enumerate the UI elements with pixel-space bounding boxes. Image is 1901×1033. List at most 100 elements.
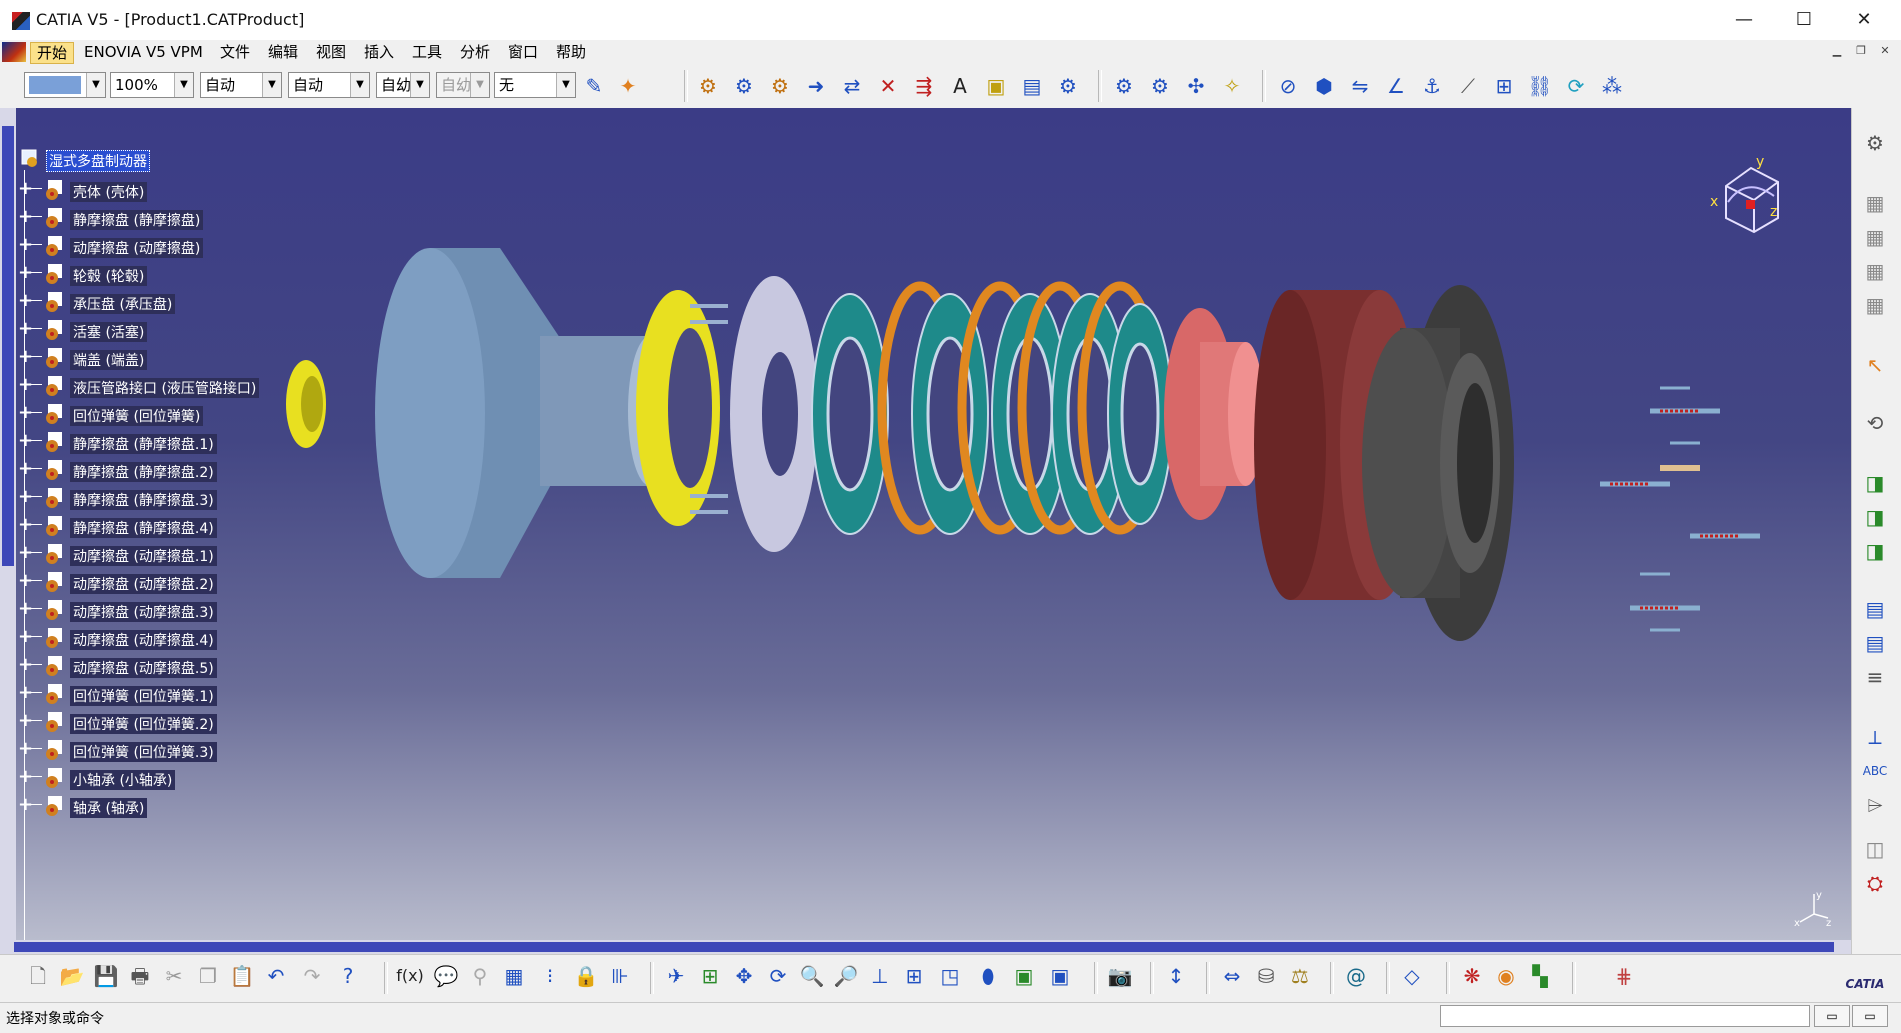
new-component-icon[interactable]: ⚙ bbox=[694, 72, 722, 100]
select-arrow-icon[interactable]: ↖ bbox=[1859, 350, 1891, 380]
workbench-icon[interactable]: ⚙ bbox=[1859, 128, 1891, 158]
swap-visible-space-icon[interactable]: ▣ bbox=[1046, 962, 1074, 990]
change-constraint-icon[interactable]: ⟳ bbox=[1562, 72, 1590, 100]
lock-icon[interactable]: 🔒 bbox=[572, 962, 600, 990]
annotation-plane-icon[interactable]: ⟂ bbox=[1859, 722, 1891, 752]
space-analysis-icon[interactable]: ▦ bbox=[1859, 188, 1891, 218]
layer-combo[interactable]: 无 ▼ bbox=[494, 72, 576, 98]
menu-view[interactable]: 视图 bbox=[310, 42, 352, 62]
reuse-pattern-icon[interactable]: ⁂ bbox=[1598, 72, 1626, 100]
text-annotation-icon[interactable]: ABC bbox=[1859, 756, 1891, 786]
shading-icon[interactable]: ⬮ bbox=[974, 962, 1002, 990]
redo-icon[interactable]: ↷ bbox=[298, 962, 326, 990]
thickness-combo[interactable]: 自动 ▼ bbox=[288, 72, 370, 98]
render-icon[interactable]: ❋ bbox=[1458, 962, 1486, 990]
law-icon[interactable]: ⁝ bbox=[536, 962, 564, 990]
zoom-out-icon[interactable]: 🔎 bbox=[832, 962, 860, 990]
graph-tree-reorder-icon[interactable]: ✕ bbox=[874, 72, 902, 100]
replace-component-icon[interactable]: ⇄ bbox=[838, 72, 866, 100]
chevron-down-icon[interactable]: ▼ bbox=[410, 73, 429, 97]
pan-icon[interactable]: ✥ bbox=[730, 962, 758, 990]
close-button[interactable]: ✕ bbox=[1834, 0, 1894, 40]
stop-manipulate-on-clash-icon[interactable]: ✧ bbox=[1218, 72, 1246, 100]
scene-icon[interactable]: ◨ bbox=[1859, 468, 1891, 498]
paste-icon[interactable]: 📋 bbox=[228, 962, 256, 990]
distance-icon[interactable]: ▦ bbox=[1859, 290, 1891, 320]
menu-file[interactable]: 文件 bbox=[214, 42, 256, 62]
bill-of-material-icon[interactable]: ▤ bbox=[1859, 594, 1891, 624]
apply-material-icon[interactable]: ▚ bbox=[1526, 962, 1554, 990]
menu-logo-icon[interactable] bbox=[2, 42, 26, 62]
chevron-down-icon[interactable]: ▼ bbox=[556, 73, 575, 97]
chevron-down-icon[interactable]: ▼ bbox=[350, 73, 369, 97]
color-combo[interactable]: ▼ bbox=[24, 72, 106, 98]
zoom-combo[interactable]: 100% ▼ bbox=[110, 72, 194, 98]
menu-help[interactable]: 帮助 bbox=[550, 42, 592, 62]
new-part-icon[interactable]: ⚙ bbox=[766, 72, 794, 100]
menu-enovia[interactable]: ENOVIA V5 VPM bbox=[78, 42, 209, 62]
material-icon[interactable]: ◉ bbox=[1492, 962, 1520, 990]
cut-icon[interactable]: ✂ bbox=[160, 962, 188, 990]
fix-component-icon[interactable]: ⚓ bbox=[1418, 72, 1446, 100]
multi-view-icon[interactable]: ⊞ bbox=[900, 962, 928, 990]
product-tree-icon[interactable]: ▤ bbox=[1859, 628, 1891, 658]
generate-numbering-icon[interactable]: ⇶ bbox=[910, 72, 938, 100]
menu-tools[interactable]: 工具 bbox=[406, 42, 448, 62]
measure-inertia-icon[interactable]: ⛁ bbox=[1252, 962, 1280, 990]
zoom-in-icon[interactable]: 🔍 bbox=[798, 962, 826, 990]
snap-icon[interactable]: ⚙ bbox=[1146, 72, 1174, 100]
fit-all-icon[interactable]: ⊞ bbox=[696, 962, 724, 990]
menu-start[interactable]: 开始 bbox=[30, 42, 75, 64]
explode-icon[interactable]: ✣ bbox=[1182, 72, 1210, 100]
status-options-button[interactable]: ▭ bbox=[1852, 1005, 1888, 1027]
angle-constraint-icon[interactable]: ∠ bbox=[1382, 72, 1410, 100]
power-input-button[interactable]: ▭ bbox=[1814, 1005, 1850, 1027]
selective-load-icon[interactable]: A bbox=[946, 72, 974, 100]
save-icon[interactable]: 💾 bbox=[92, 962, 120, 990]
weld-icon[interactable]: ⛭ bbox=[1859, 868, 1891, 898]
contact-constraint-icon[interactable]: ⬢ bbox=[1310, 72, 1338, 100]
publication-icon[interactable]: ◨ bbox=[1859, 502, 1891, 532]
print-icon[interactable]: 🖶 bbox=[126, 962, 154, 990]
knowledge-inspector-icon[interactable]: ⊪ bbox=[606, 962, 634, 990]
weight-icon[interactable]: ⚖ bbox=[1286, 962, 1314, 990]
view-3d-icon[interactable]: ◫ bbox=[1859, 834, 1891, 864]
manage-representations-icon[interactable]: ▣ bbox=[982, 72, 1010, 100]
friction-disk-stack[interactable] bbox=[811, 281, 1173, 535]
vertical-scroll-thumb[interactable] bbox=[2, 126, 14, 566]
offset-constraint-icon[interactable]: ⇋ bbox=[1346, 72, 1374, 100]
existing-component-icon[interactable]: ➜ bbox=[802, 72, 830, 100]
flexible-sub-assembly-icon[interactable]: ⛓ bbox=[1526, 72, 1554, 100]
compass-widget[interactable]: y x z bbox=[1706, 156, 1796, 246]
fly-mode-icon[interactable]: ✈ bbox=[662, 962, 690, 990]
properties-icon[interactable]: ✦ bbox=[614, 72, 642, 100]
compass-reset-icon[interactable]: ◇ bbox=[1398, 962, 1426, 990]
fast-multi-instantiation-icon[interactable]: ⚙ bbox=[1054, 72, 1082, 100]
flag-note-icon[interactable]: ⌲ bbox=[1859, 790, 1891, 820]
undo-icon[interactable]: ↶ bbox=[262, 962, 290, 990]
clash-icon[interactable]: ▦ bbox=[1859, 222, 1891, 252]
catia-app-icon[interactable] bbox=[12, 12, 30, 30]
quick-constraint-icon[interactable]: ⊞ bbox=[1490, 72, 1518, 100]
linetype-combo[interactable]: 自动 ▼ bbox=[200, 72, 282, 98]
formula-icon[interactable]: f(x) bbox=[396, 962, 424, 990]
layer-short-combo[interactable]: 自幼 ▼ bbox=[376, 72, 430, 98]
command-input[interactable] bbox=[1440, 1005, 1810, 1027]
format-painter-icon[interactable]: ✎ bbox=[580, 72, 608, 100]
spiral-icon[interactable]: @ bbox=[1342, 962, 1370, 990]
catalog-icon[interactable]: ◨ bbox=[1859, 536, 1891, 566]
doc-close-button[interactable]: ✕ bbox=[1876, 44, 1894, 60]
whats-this-icon[interactable]: ? bbox=[334, 962, 362, 990]
menu-insert[interactable]: 插入 bbox=[358, 42, 400, 62]
new-product-icon[interactable]: ⚙ bbox=[730, 72, 758, 100]
return-spring-set[interactable] bbox=[1600, 386, 1760, 632]
update-icon[interactable]: ⟲ bbox=[1859, 408, 1891, 438]
exploded-brake-assembly[interactable] bbox=[0, 108, 1851, 940]
fix-together-icon[interactable]: ⟋ bbox=[1454, 72, 1482, 100]
coincidence-constraint-icon[interactable]: ⊘ bbox=[1274, 72, 1302, 100]
rotate-icon[interactable]: ⟳ bbox=[764, 962, 792, 990]
manipulation-icon[interactable]: ⚙ bbox=[1110, 72, 1138, 100]
menu-analysis[interactable]: 分析 bbox=[454, 42, 496, 62]
minimize-button[interactable]: — bbox=[1714, 0, 1774, 40]
doc-restore-button[interactable]: ❐ bbox=[1852, 44, 1870, 60]
